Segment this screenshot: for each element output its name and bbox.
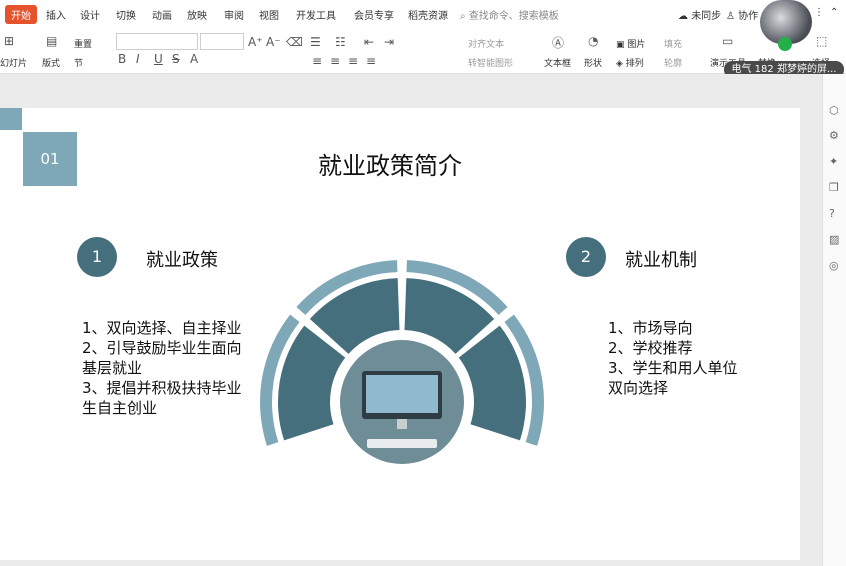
font-size-field[interactable] — [200, 33, 244, 50]
number-list-icon[interactable]: ☷ — [335, 35, 346, 49]
menu-design[interactable]: 设计 — [80, 7, 100, 22]
arrange-label: 排列 — [625, 59, 644, 69]
bullet-list-icon[interactable]: ☰ — [310, 35, 321, 49]
menu-home[interactable]: 开始 — [5, 5, 37, 24]
layout-icon[interactable]: ▤ — [46, 34, 57, 48]
left-list: 1、双向选择、自主择业 2、引导鼓励毕业生面向 基层就业 3、提倡并积极扶持毕业… — [82, 318, 242, 418]
list-item: 3、提倡并积极扶持毕业 — [82, 379, 242, 397]
stack-icon: ◈ — [616, 59, 623, 69]
picture-label: 图片 — [627, 40, 646, 50]
list-item: 2、引导鼓励毕业生面向 — [82, 339, 242, 357]
new-slide-button[interactable]: 幻灯片 — [0, 56, 27, 69]
fill-button[interactable]: 填充 — [664, 37, 682, 50]
font-color-icon[interactable]: A — [190, 52, 198, 66]
user-icon: ♙ — [726, 11, 735, 22]
font-grow-icon[interactable]: A⁺ — [248, 35, 263, 49]
list-item: 基层就业 — [82, 359, 143, 377]
slide-title: 就业政策简介 — [318, 152, 462, 180]
textbox-button[interactable]: 文本框 — [544, 56, 571, 69]
align-center-icon[interactable]: ≡ — [330, 54, 340, 68]
outline-button[interactable]: 轮廓 — [664, 56, 682, 69]
left-heading: 就业政策 — [146, 250, 218, 271]
menu-slideshow[interactable]: 放映 — [187, 7, 207, 22]
slide[interactable]: 01 就业政策简介 1 就业政策 1、双向选择、自主择业 2、引导鼓励毕业生面向… — [0, 108, 800, 560]
menu-developer[interactable]: 开发工具 — [296, 7, 336, 22]
select-icon[interactable]: ⬚ — [816, 34, 827, 48]
italic-icon[interactable]: I — [136, 52, 140, 66]
slides-icon[interactable]: ❐ — [829, 181, 839, 194]
indent-icon[interactable]: ⇤ — [364, 35, 374, 49]
picture-icon: ▣ — [616, 40, 625, 50]
inner-ring-segment — [278, 325, 346, 441]
right-list: 1、市场导向 2、学校推荐 3、学生和用人单位 双向选择 — [608, 318, 738, 398]
picture-button[interactable]: ▣ 图片 — [616, 37, 645, 50]
menu-review[interactable]: 审阅 — [224, 7, 244, 22]
align-right-icon[interactable]: ≡ — [348, 54, 358, 68]
layout-button[interactable]: 版式 — [42, 56, 60, 69]
more-icon[interactable]: ⋮ — [814, 7, 824, 18]
menu-view[interactable]: 视图 — [259, 7, 279, 22]
collab-label: 协作 — [738, 11, 759, 22]
inner-ring-segment — [458, 325, 526, 441]
settings-icon[interactable]: ⚙ — [829, 129, 839, 142]
menu-insert[interactable]: 插入 — [46, 7, 66, 22]
font-shrink-icon[interactable]: A⁻ — [266, 35, 281, 49]
menu-docer[interactable]: 稻壳资源 — [408, 7, 448, 22]
textbox-icon[interactable]: Ⓐ — [552, 34, 564, 51]
list-item: 双向选择 — [608, 379, 669, 397]
animation-icon[interactable]: ✦ — [829, 155, 838, 168]
monitor-screen — [366, 375, 438, 413]
left-number-circle: 1 — [77, 237, 117, 277]
new-slide-icon[interactable]: ⊞ — [4, 34, 14, 48]
list-item: 3、学生和用人单位 — [608, 359, 738, 377]
align-text-button[interactable]: 对齐文本 — [468, 37, 504, 50]
underline-icon[interactable]: U — [154, 52, 163, 66]
help-icon[interactable]: ? — [829, 207, 835, 220]
monitor-stand — [397, 419, 407, 429]
right-panel — [822, 74, 846, 566]
search-icon: ⌕ — [460, 11, 466, 22]
smartart-button[interactable]: 转智能图形 — [468, 56, 513, 69]
shape-button[interactable]: 形状 — [584, 56, 602, 69]
image-icon[interactable]: ▨ — [829, 233, 839, 246]
arrange-button[interactable]: ◈ 排列 — [616, 56, 644, 69]
strike-icon[interactable]: S — [172, 52, 180, 66]
list-item: 1、市场导向 — [608, 319, 693, 337]
right-heading: 就业机制 — [625, 250, 697, 271]
justify-icon[interactable]: ≡ — [366, 54, 376, 68]
sync-label: 未同步 — [691, 11, 722, 22]
style-icon[interactable]: ⬡ — [829, 104, 839, 117]
present-icon[interactable]: ▭ — [722, 34, 733, 48]
font-name-field[interactable] — [116, 33, 198, 50]
decor-square — [0, 108, 22, 130]
bold-icon[interactable]: B — [118, 52, 126, 66]
list-item: 生自主创业 — [82, 399, 158, 417]
semicircle-diagram — [260, 260, 544, 468]
section-button[interactable]: 节 — [74, 56, 83, 69]
search-placeholder: 查找命令、搜索模板 — [468, 11, 559, 22]
menu-bar: 开始 插入 设计 切换 动画 放映 审阅 视图 开发工具 会员专享 稻壳资源 ⌕… — [0, 0, 846, 28]
shape-icon[interactable]: ◔ — [588, 34, 598, 48]
sync-status[interactable]: ☁ 未同步 — [678, 7, 721, 22]
menu-transition[interactable]: 切换 — [116, 7, 136, 22]
collapse-icon[interactable]: ⌃ — [830, 7, 838, 18]
microphone-icon[interactable] — [778, 37, 792, 51]
keyboard — [367, 439, 437, 448]
menu-animation[interactable]: 动画 — [152, 7, 172, 22]
menu-member[interactable]: 会员专享 — [354, 7, 394, 22]
list-item: 2、学校推荐 — [608, 339, 693, 357]
align-left-icon[interactable]: ≡ — [312, 54, 322, 68]
eraser-icon[interactable]: ⌫ — [286, 35, 303, 49]
cloud-icon: ☁ — [678, 11, 688, 22]
location-icon[interactable]: ◎ — [829, 259, 839, 272]
list-item: 1、双向选择、自主择业 — [82, 319, 242, 337]
right-number-circle: 2 — [566, 237, 606, 277]
collab-button[interactable]: ♙ 协作 — [726, 7, 758, 22]
slide-number-badge: 01 — [23, 132, 77, 186]
reset-button[interactable]: 重置 — [74, 37, 92, 50]
outdent-icon[interactable]: ⇥ — [384, 35, 394, 49]
command-search[interactable]: ⌕ 查找命令、搜索模板 — [460, 7, 559, 22]
